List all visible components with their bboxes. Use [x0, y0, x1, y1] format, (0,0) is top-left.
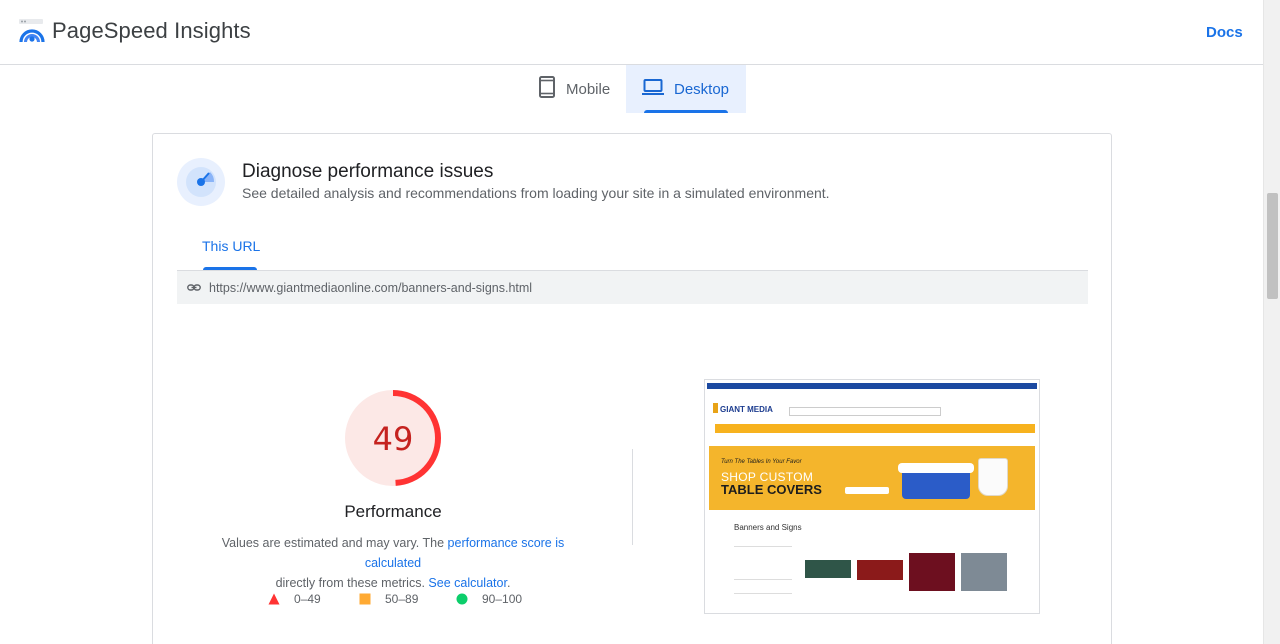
note-text-1: Values are estimated and may vary. The	[221, 536, 448, 550]
thumb-top-bar	[707, 383, 1037, 389]
thumb-nav-bar	[715, 424, 1035, 433]
thumb-section-title: Banners and Signs	[734, 523, 802, 532]
performance-score: 49	[372, 420, 414, 458]
thumb-banner-tagline: Turn The Tables In Your Favor	[721, 459, 802, 465]
scrollbar-thumb[interactable]	[1267, 193, 1278, 299]
circle-icon	[456, 593, 468, 605]
triangle-icon	[268, 593, 280, 605]
thumb-table-top	[898, 463, 974, 473]
thumb-product-image	[857, 560, 903, 580]
thumb-cup-image	[978, 458, 1008, 496]
thumb-product-image	[805, 560, 851, 578]
tab-desktop[interactable]: Desktop	[626, 65, 746, 113]
laptop-icon	[642, 78, 674, 100]
diagnose-subtitle: See detailed analysis and recommendation…	[242, 185, 830, 201]
gauge-icon	[177, 158, 225, 206]
legend-average: 50–89	[359, 592, 418, 606]
performance-note: Values are estimated and may vary. The p…	[193, 533, 593, 593]
app-title: PageSpeed Insights	[52, 18, 251, 43]
performance-label: Performance	[344, 502, 442, 521]
tab-desktop-underline	[644, 110, 728, 113]
legend-pass: 90–100	[456, 592, 522, 606]
vertical-divider	[632, 449, 633, 545]
thumb-sidebar-line	[734, 593, 792, 594]
tab-mobile[interactable]: Mobile	[522, 65, 626, 113]
smartphone-icon	[538, 76, 566, 102]
thumb-logo-text: GIANT MEDIA	[720, 405, 773, 414]
square-icon	[359, 593, 371, 605]
tab-mobile-label: Mobile	[566, 80, 611, 98]
page-screenshot-thumbnail: GIANT MEDIA Turn The Tables In Your Favo…	[704, 379, 1040, 614]
thumb-product-image	[961, 553, 1007, 591]
analyzed-url: https://www.giantmediaonline.com/banners…	[209, 281, 533, 295]
see-calculator-link[interactable]: See calculator	[428, 576, 507, 590]
thumb-cta-button	[845, 487, 889, 494]
legend-average-range: 50–89	[385, 592, 419, 606]
legend-pass-range: 90–100	[482, 592, 523, 606]
thumb-sidebar-line	[734, 546, 792, 547]
page-scrollbar[interactable]	[1263, 0, 1280, 644]
tab-this-url[interactable]: This URL	[202, 238, 260, 254]
thumb-logo-mark	[713, 403, 718, 413]
note-text-2: directly from these metrics.	[275, 576, 429, 590]
diagnose-title: Diagnose performance issues	[242, 161, 494, 182]
thumb-sidebar-line	[734, 579, 792, 580]
link-icon	[187, 281, 201, 300]
note-end: .	[506, 576, 511, 590]
docs-link[interactable]: Docs	[1206, 24, 1243, 41]
tab-desktop-label: Desktop	[674, 80, 730, 98]
thumb-banner-line2: TABLE COVERS	[721, 482, 822, 497]
url-bar: https://www.giantmediaonline.com/banners…	[177, 270, 1088, 304]
thumb-product-image	[909, 553, 955, 591]
diagnose-card: Diagnose performance issues See detailed…	[152, 133, 1112, 644]
thumb-search-box	[789, 407, 941, 416]
top-header: PageSpeed Insights Docs	[0, 0, 1263, 65]
legend-fail-range: 0–49	[294, 592, 321, 606]
pagespeed-logo-icon[interactable]	[18, 18, 46, 44]
legend-fail: 0–49	[268, 592, 321, 606]
